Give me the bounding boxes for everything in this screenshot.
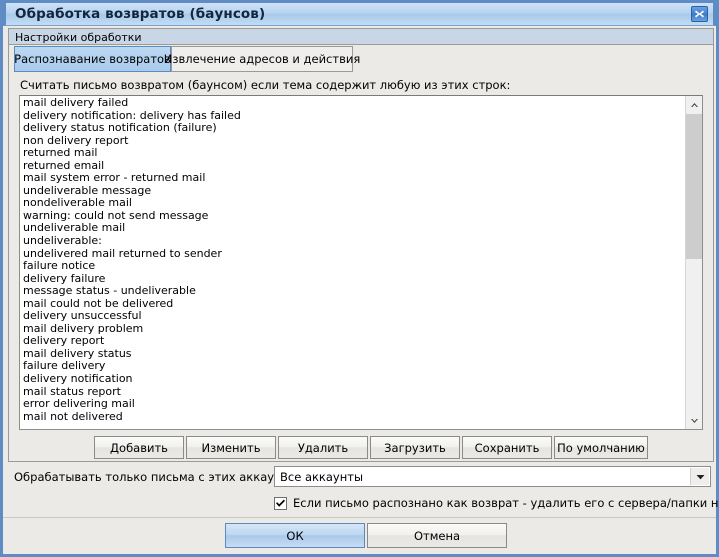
list-item[interactable]: mail delivery problem: [23, 323, 684, 336]
delete-bounce-checkbox-row[interactable]: Если письмо распознано как возврат - уда…: [274, 496, 719, 510]
list-item[interactable]: failure delivery: [23, 360, 684, 373]
action-button-4[interactable]: Сохранить: [462, 436, 552, 459]
tabstrip: Распознавание возвратов Извлечение адрес…: [10, 46, 713, 72]
chevron-up-icon[interactable]: [686, 96, 702, 113]
action-button-0[interactable]: Добавить: [94, 436, 184, 459]
delete-bounce-checkbox-label: Если письмо распознано как возврат - уда…: [293, 496, 719, 510]
list-item[interactable]: delivery unsuccessful: [23, 310, 684, 323]
accounts-filter-label: Обрабатывать только письма с этих аккаун…: [14, 470, 306, 484]
chevron-down-icon[interactable]: [690, 468, 709, 485]
list-item[interactable]: undeliverable mail: [23, 222, 684, 235]
tab-address-extraction[interactable]: Извлечение адресов и действия: [164, 46, 360, 72]
processing-settings-group: Настройки обработки Распознавание возвра…: [8, 28, 714, 462]
chevron-down-icon[interactable]: [686, 412, 702, 429]
list-item[interactable]: mail status report: [23, 386, 684, 399]
subject-match-prompt: Считать письмо возвратом (баунсом) если …: [20, 78, 511, 92]
list-item[interactable]: returned mail: [23, 147, 684, 160]
list-item[interactable]: delivery failure: [23, 273, 684, 286]
list-action-buttons: Добавить Изменить Удалить Загрузить Сохранит…: [9, 436, 713, 460]
bounce-subject-listbox[interactable]: mail delivery failed delivery notificatio…: [19, 95, 703, 430]
listbox-items: mail delivery failed delivery notificatio…: [20, 96, 684, 423]
action-button-3[interactable]: Загрузить: [370, 436, 460, 459]
list-item[interactable]: message status - undeliverable: [23, 285, 684, 298]
chevron-down-glyph: [690, 418, 698, 423]
footer-separator: [3, 517, 716, 518]
accounts-dropdown-value: Все аккаунты: [280, 470, 364, 484]
list-item[interactable]: nondeliverable mail: [23, 197, 684, 210]
list-item[interactable]: delivery report: [23, 335, 684, 348]
listbox-scrollbar[interactable]: [685, 96, 702, 429]
client-area: Настройки обработки Распознавание возвра…: [3, 26, 719, 554]
list-item[interactable]: failure notice: [23, 260, 684, 273]
list-item[interactable]: mail delivery failed: [23, 97, 684, 110]
group-title: Настройки обработки: [15, 31, 142, 44]
action-button-5[interactable]: По умолчанию: [554, 436, 648, 459]
list-item[interactable]: undelivered mail returned to sender: [23, 248, 684, 261]
chevron-down-glyph: [696, 474, 704, 479]
list-item[interactable]: error delivering mail: [23, 398, 684, 411]
chevron-up-glyph: [690, 102, 698, 107]
close-icon[interactable]: [691, 6, 708, 22]
list-item[interactable]: returned email: [23, 160, 684, 173]
ok-button[interactable]: ОК: [225, 523, 365, 548]
action-button-2[interactable]: Удалить: [278, 436, 368, 459]
bounce-processing-dialog: Обработка возвратов (баунсов) Настройки …: [0, 0, 719, 557]
action-button-1[interactable]: Изменить: [186, 436, 276, 459]
list-item[interactable]: undeliverable message: [23, 185, 684, 198]
list-item[interactable]: non delivery report: [23, 135, 684, 148]
list-item[interactable]: mail system error - returned mail: [23, 172, 684, 185]
group-header: Настройки обработки: [9, 29, 713, 45]
accounts-dropdown[interactable]: Все аккаунты: [274, 466, 711, 487]
list-item[interactable]: mail could not be delivered: [23, 298, 684, 311]
window-title: Обработка возвратов (баунсов): [15, 6, 266, 22]
cancel-button[interactable]: Отмена: [367, 523, 507, 548]
list-item[interactable]: delivery status notification (failure): [23, 122, 684, 135]
delete-bounce-checkbox[interactable]: [274, 496, 287, 510]
list-item[interactable]: mail delivery status: [23, 348, 684, 361]
list-item[interactable]: delivery notification: [23, 373, 684, 386]
list-item[interactable]: undeliverable:: [23, 235, 684, 248]
scrollbar-thumb[interactable]: [686, 114, 702, 259]
list-item[interactable]: warning: could not send message: [23, 210, 684, 223]
close-glyph: [695, 10, 704, 18]
list-item[interactable]: mail not delivered: [23, 411, 684, 424]
list-item[interactable]: delivery notification: delivery has fail…: [23, 110, 684, 123]
check-icon: [276, 499, 285, 507]
titlebar: Обработка возвратов (баунсов): [3, 0, 716, 26]
tab-bounce-recognition[interactable]: Распознавание возвратов: [14, 46, 171, 72]
